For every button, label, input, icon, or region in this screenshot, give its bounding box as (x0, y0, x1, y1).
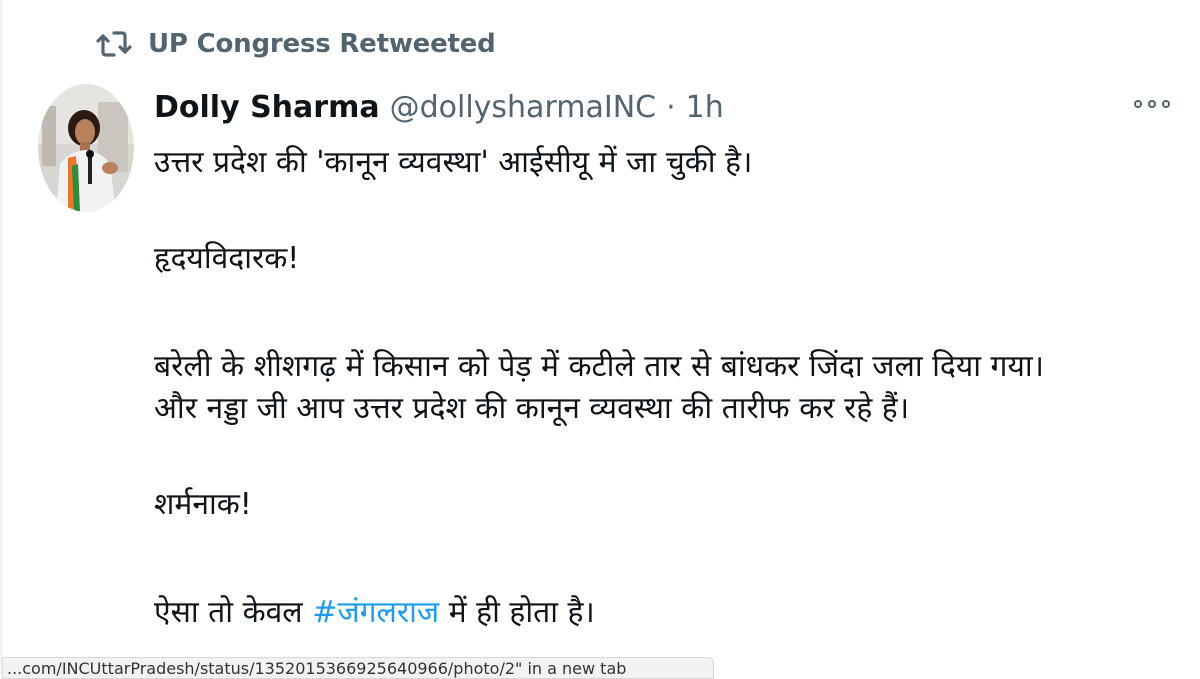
browser-status-bar: ...com/INCUttarPradesh/status/1352015366… (2, 657, 714, 679)
more-options-button[interactable] (1134, 94, 1170, 114)
tweet-line: उत्तर प्रदेश की 'कानून व्यवस्था' आईसीयू … (154, 145, 753, 180)
tweet-line-suffix: में ही होता है। (448, 595, 595, 630)
more-options-icon (1134, 100, 1142, 108)
more-options-dot (1148, 100, 1156, 108)
tweet-line: बरेली के शीशगढ़ में किसान को पेड़ में कट… (154, 349, 1044, 384)
more-options-dot (1162, 100, 1170, 108)
tweet-line: शर्मनाक! (154, 487, 252, 522)
tweet-text: उत्तर प्रदेश की 'कानून व्यवस्था' आईसीयू … (154, 142, 1174, 634)
tweet-line-prefix: ऐसा तो केवल (154, 595, 303, 630)
tweet-container: UP Congress Retweeted Dolly Sharma @doll… (0, 0, 1200, 679)
avatar-image (38, 84, 134, 212)
separator-dot: · (666, 90, 676, 125)
avatar[interactable] (38, 84, 134, 212)
tweet-timestamp[interactable]: 1h (686, 90, 724, 125)
author-name[interactable]: Dolly Sharma (154, 90, 380, 125)
tweet-line-last: ऐसा तो केवल #जंगलराज में ही होता है। (154, 592, 1174, 634)
retweet-label: UP Congress Retweeted (148, 29, 496, 59)
retweet-indicator[interactable]: UP Congress Retweeted (94, 24, 496, 64)
hashtag-link[interactable]: #जंगलराज (312, 595, 439, 630)
tweet-line: और नड्डा जी आप उत्तर प्रदेश की कानून व्य… (154, 391, 910, 426)
tweet-line: हृदयविदारक! (154, 241, 300, 276)
tweet-header: Dolly Sharma @dollysharmaINC · 1h (154, 90, 724, 125)
retweet-icon (96, 31, 132, 57)
author-handle[interactable]: @dollysharmaINC (390, 90, 657, 125)
